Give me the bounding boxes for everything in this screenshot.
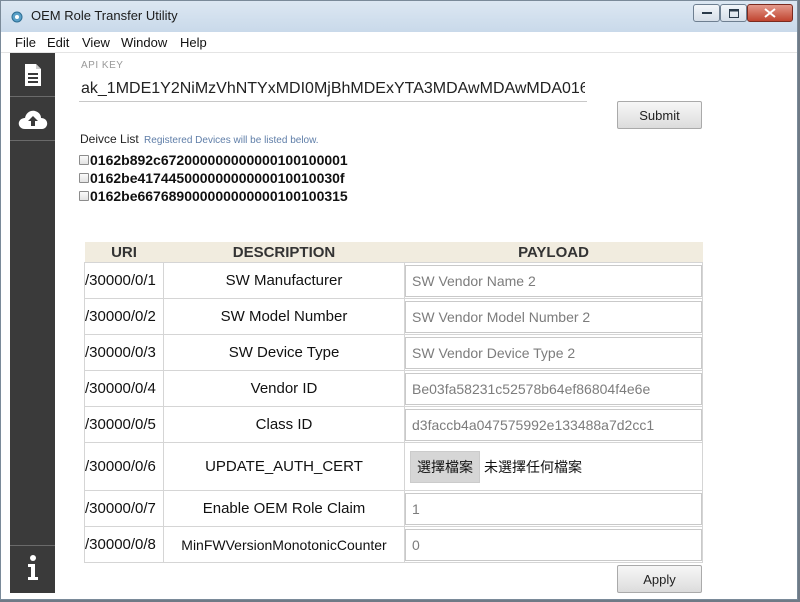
file-status: 未選擇任何檔案 [484,458,582,475]
table-row: /30000/0/4 Vendor ID Be03fa58231c52578b6… [84,370,703,407]
uri-cell: /30000/0/4 [84,370,164,407]
menu-help[interactable]: Help [180,35,207,50]
table-row: /30000/0/2 SW Model Number SW Vendor Mod… [84,298,703,335]
device-id: 0162be41744500000000000010010030f [90,170,345,186]
device-checkbox[interactable] [79,155,89,165]
device-item[interactable]: 0162be667689000000000000100100315 [79,187,348,205]
apply-button[interactable]: Apply [617,565,702,593]
close-button[interactable] [747,4,793,22]
close-icon [764,8,776,18]
payload-table: URI DESCRIPTION PAYLOAD /30000/0/1 SW Ma… [84,242,703,563]
maximize-icon [728,8,739,18]
info-icon [27,554,38,580]
payload-cell: SW Vendor Model Number 2 [404,298,703,335]
payload-input[interactable]: 1 [405,492,702,525]
window-title: OEM Role Transfer Utility [31,8,178,23]
table-row: /30000/0/8 MinFWVersionMonotonicCounter … [84,526,703,563]
payload-cell: d3faccb4a047575992e133488a7d2cc1 [404,406,703,443]
menu-file[interactable]: File [15,35,36,50]
device-list-subtitle: Registered Devices will be listed below. [144,135,319,146]
payload-input[interactable]: SW Vendor Model Number 2 [405,300,702,333]
table-row: /30000/0/3 SW Device Type SW Vendor Devi… [84,334,703,371]
uri-cell: /30000/0/6 [84,442,164,491]
payload-input[interactable]: SW Vendor Name 2 [405,264,702,297]
file-picker: 選擇檔案 未選擇任何檔案 [405,445,702,489]
uri-cell: /30000/0/3 [84,334,164,371]
document-icon [24,63,41,86]
sidebar-item-document[interactable] [10,53,55,97]
device-item[interactable]: 0162b892c672000000000000100100001 [79,151,348,169]
submit-button[interactable]: Submit [617,101,702,129]
payload-cell: 選擇檔案 未選擇任何檔案 [404,442,703,491]
menu-edit[interactable]: Edit [47,35,69,50]
sidebar-item-info[interactable] [10,545,55,589]
choose-file-button[interactable]: 選擇檔案 [410,450,480,483]
maximize-button[interactable] [720,4,747,22]
payload-cell: SW Vendor Name 2 [404,262,703,299]
device-checkbox[interactable] [79,173,89,183]
uri-cell: /30000/0/2 [84,298,164,335]
minimize-icon [701,12,712,14]
menu-bar: File Edit View Window Help [1,32,797,53]
table-row: /30000/0/5 Class ID d3faccb4a047575992e1… [84,406,703,443]
uri-cell: /30000/0/1 [84,262,164,299]
uri-cell: /30000/0/8 [84,526,164,563]
cloud-upload-icon [18,110,47,129]
device-list-title: Deivce List [80,132,139,146]
payload-cell: SW Vendor Device Type 2 [404,334,703,371]
header-uri: URI [84,242,164,263]
device-item[interactable]: 0162be41744500000000000010010030f [79,169,348,187]
table-header-row: URI DESCRIPTION PAYLOAD [84,242,703,263]
api-key-label: API KEY [81,60,124,71]
app-window: OEM Role Transfer Utility File Edit View… [0,0,798,600]
device-id: 0162be667689000000000000100100315 [90,188,348,204]
payload-cell: 0 [404,526,703,563]
table-row: /30000/0/7 Enable OEM Role Claim 1 [84,490,703,527]
sidebar-item-upload[interactable] [10,97,55,141]
title-bar[interactable]: OEM Role Transfer Utility [1,1,797,32]
payload-input[interactable]: d3faccb4a047575992e133488a7d2cc1 [405,408,702,441]
device-list: 0162b892c672000000000000100100001 0162be… [79,151,348,205]
description-cell: UPDATE_AUTH_CERT [163,442,405,491]
header-description: DESCRIPTION [163,242,405,263]
sidebar [10,53,55,593]
description-cell: SW Manufacturer [163,262,405,299]
device-list-heading: Deivce List Registered Devices will be l… [80,132,319,146]
api-key-input[interactable] [79,76,587,102]
header-payload: PAYLOAD [404,242,703,263]
payload-cell: 1 [404,490,703,527]
description-cell: MinFWVersionMonotonicCounter [163,526,405,563]
menu-view[interactable]: View [82,35,110,50]
description-cell: SW Model Number [163,298,405,335]
table-row: /30000/0/1 SW Manufacturer SW Vendor Nam… [84,262,703,299]
description-cell: Vendor ID [163,370,405,407]
table-row: /30000/0/6 UPDATE_AUTH_CERT 選擇檔案 未選擇任何檔案 [84,442,703,491]
menu-window[interactable]: Window [121,35,167,50]
description-cell: Class ID [163,406,405,443]
payload-cell: Be03fa58231c52578b64ef86804f4e6e [404,370,703,407]
device-checkbox[interactable] [79,191,89,201]
description-cell: Enable OEM Role Claim [163,490,405,527]
payload-input[interactable]: 0 [405,528,702,561]
main-panel: API KEY Submit Deivce List Registered De… [55,53,797,599]
gear-app-icon [11,11,23,23]
description-cell: SW Device Type [163,334,405,371]
uri-cell: /30000/0/7 [84,490,164,527]
minimize-button[interactable] [693,4,720,22]
payload-input[interactable]: SW Vendor Device Type 2 [405,336,702,369]
uri-cell: /30000/0/5 [84,406,164,443]
device-id: 0162b892c672000000000000100100001 [90,152,348,168]
payload-input[interactable]: Be03fa58231c52578b64ef86804f4e6e [405,372,702,405]
